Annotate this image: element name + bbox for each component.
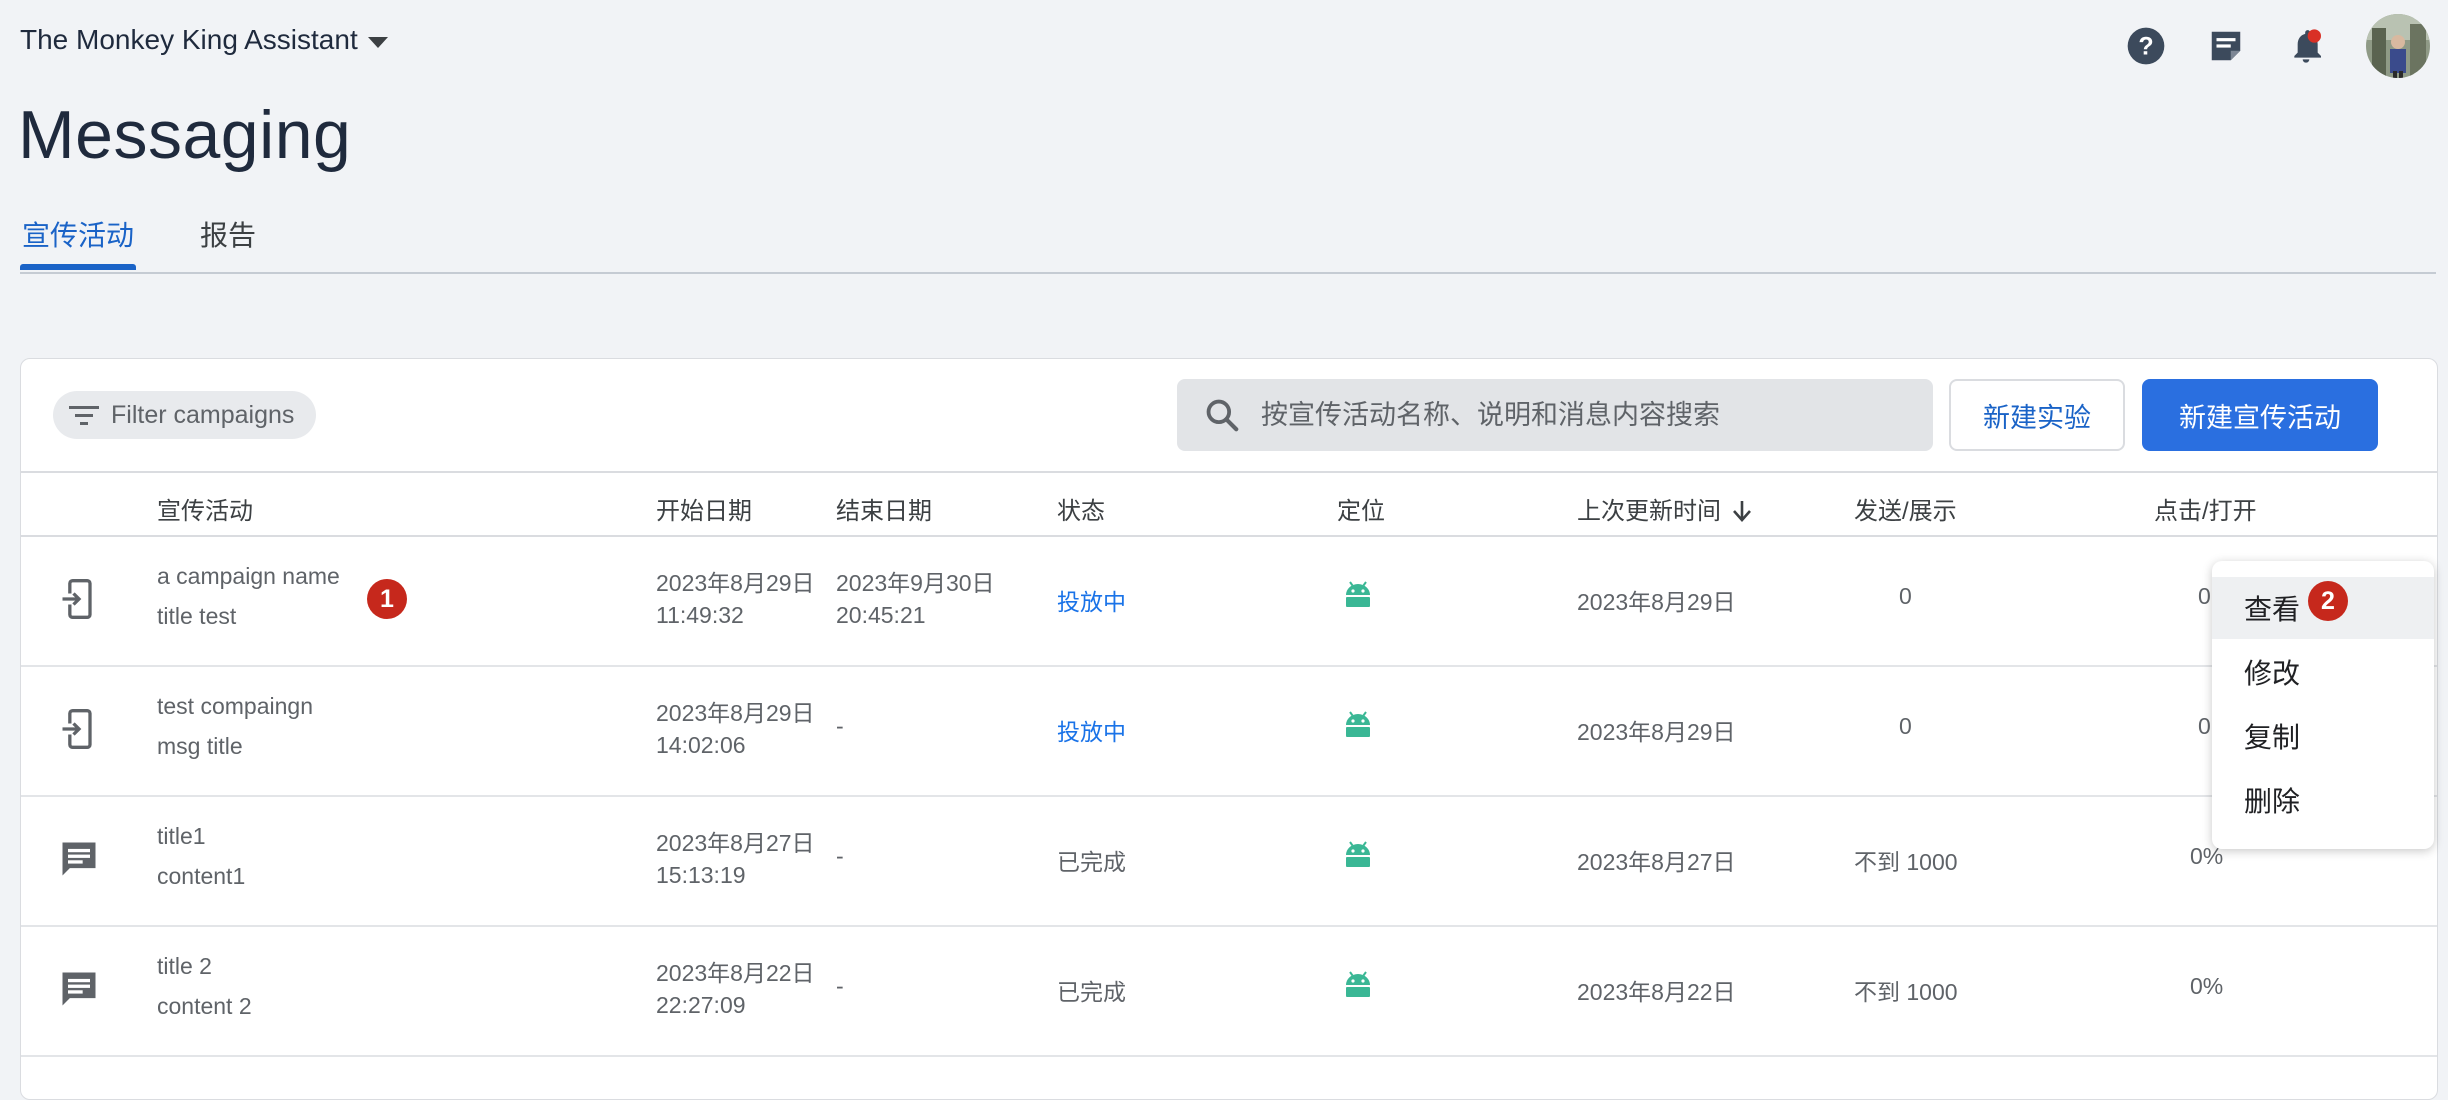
header-end-date[interactable]: 结束日期 xyxy=(836,491,932,526)
clicks-rate: 0% xyxy=(2190,973,2224,999)
start-date: 2023年8月29日 11:49:32 xyxy=(656,567,815,631)
clicks-rate: 0 xyxy=(2198,583,2211,609)
status-badge: 投放中 xyxy=(1057,719,1126,745)
header-campaign[interactable]: 宣传活动 xyxy=(157,491,253,526)
start-date-time: 14:02:06 xyxy=(656,732,746,758)
start-date: 2023年8月22日 22:27:09 xyxy=(656,957,815,1021)
tab-campaigns[interactable]: 宣传活动 xyxy=(22,214,134,254)
start-date: 2023年8月27日 15:13:19 xyxy=(656,827,815,891)
end-date: - xyxy=(836,713,844,739)
page-title: Messaging xyxy=(18,97,352,173)
status-badge: 投放中 xyxy=(1057,589,1126,615)
active-tab-indicator xyxy=(20,264,136,270)
top-actions: ? xyxy=(2126,14,2430,78)
project-selector[interactable]: The Monkey King Assistant xyxy=(20,24,388,56)
end-date-time: 20:45:21 xyxy=(836,602,926,628)
header-status[interactable]: 状态 xyxy=(1057,491,1105,526)
last-updated: 2023年8月27日 xyxy=(1577,849,1736,875)
notifications-icon[interactable] xyxy=(2286,26,2326,66)
filter-campaigns-button[interactable]: Filter campaigns xyxy=(53,391,317,439)
end-date: 2023年9月30日 20:45:21 xyxy=(836,567,995,631)
campaign-name: test compaingn xyxy=(157,693,313,719)
android-icon xyxy=(1346,971,1370,997)
svg-text:?: ? xyxy=(2138,32,2153,60)
menu-item-duplicate[interactable]: 复制 xyxy=(2212,705,2434,767)
table-header: 宣传活动 开始日期 结束日期 状态 定位 上次更新时间 发送/展示 点击/打开 xyxy=(21,471,2437,537)
tab-bar: 宣传活动 报告 xyxy=(20,210,2436,274)
menu-item-edit-label: 修改 xyxy=(2244,658,2301,689)
notification-message-icon xyxy=(62,842,96,876)
row-context-menu: 查看 修改 复制 删除 2 xyxy=(2212,561,2434,849)
sends-count: 不到 1000 xyxy=(1854,979,1958,1005)
table-row[interactable]: title1 content1 2023年8月27日 15:13:19 - 已完成… xyxy=(21,797,2437,927)
table-row[interactable]: test compaingn msg title 2023年8月29日 14:02… xyxy=(21,667,2437,797)
search-input[interactable] xyxy=(1259,398,1923,432)
header-start-date[interactable]: 开始日期 xyxy=(656,491,752,526)
start-date-day: 2023年8月27日 xyxy=(656,830,815,856)
menu-item-duplicate-label: 复制 xyxy=(2244,722,2301,753)
campaign-title: content1 xyxy=(157,863,246,889)
new-campaign-button[interactable]: 新建宣传活动 xyxy=(2142,379,2378,451)
header-targeting: 定位 xyxy=(1337,498,1385,525)
header-last-updated-label: 上次更新时间 xyxy=(1577,498,1721,525)
clicks-rate: 0 xyxy=(2198,713,2211,739)
campaign-title: title test xyxy=(157,603,237,629)
header-last-updated[interactable]: 上次更新时间 xyxy=(1577,491,1753,526)
campaign-name: a campaign name xyxy=(157,563,340,589)
filter-label: Filter campaigns xyxy=(111,400,295,429)
sends-count: 0 xyxy=(1899,583,1912,609)
help-icon[interactable]: ? xyxy=(2126,26,2166,66)
header-clicks[interactable]: 点击/打开 xyxy=(2154,491,2257,526)
start-date-day: 2023年8月22日 xyxy=(656,960,815,986)
in-app-message-icon xyxy=(60,579,92,619)
start-date-time: 15:13:19 xyxy=(656,862,746,888)
end-date-day: 2023年9月30日 xyxy=(836,570,995,596)
table-row[interactable]: title 2 content 2 2023年8月22日 22:27:09 - 已… xyxy=(21,927,2437,1057)
in-app-message-icon xyxy=(60,709,92,749)
search-icon xyxy=(1206,399,1239,432)
start-date-day: 2023年8月29日 xyxy=(656,570,815,596)
start-date-time: 22:27:09 xyxy=(656,992,746,1018)
feedback-icon[interactable] xyxy=(2206,26,2246,66)
campaign-name: title 2 xyxy=(157,953,212,979)
status-badge: 已完成 xyxy=(1057,849,1126,875)
start-date-time: 11:49:32 xyxy=(656,602,744,628)
end-date: - xyxy=(836,843,844,869)
campaign-title: content 2 xyxy=(157,993,252,1019)
chevron-down-icon xyxy=(367,36,388,48)
user-avatar[interactable] xyxy=(2366,14,2430,78)
annotation-marker-1: 1 xyxy=(367,579,407,619)
notification-message-icon xyxy=(62,972,96,1006)
arrow-down-icon xyxy=(1733,501,1751,522)
android-icon xyxy=(1346,711,1370,737)
campaign-name: title1 xyxy=(157,823,206,849)
last-updated: 2023年8月22日 xyxy=(1577,979,1736,1005)
status-badge: 已完成 xyxy=(1057,979,1126,1005)
header-sends[interactable]: 发送/展示 xyxy=(1854,491,1957,526)
campaigns-card: Filter campaigns 新建实验 新建宣传活动 宣传活动 开始日期 结… xyxy=(20,358,2438,1100)
campaign-title: msg title xyxy=(157,733,243,759)
menu-item-delete-label: 删除 xyxy=(2244,786,2301,817)
last-updated: 2023年8月29日 xyxy=(1577,719,1736,745)
menu-item-edit[interactable]: 修改 xyxy=(2212,641,2434,703)
table-row[interactable]: a campaign name title test 1 2023年8月29日 1… xyxy=(21,537,2437,667)
project-name: The Monkey King Assistant xyxy=(20,24,358,55)
menu-item-view-label: 查看 xyxy=(2244,594,2301,625)
tab-reports[interactable]: 报告 xyxy=(200,214,256,254)
last-updated: 2023年8月29日 xyxy=(1577,589,1736,615)
android-icon xyxy=(1346,581,1370,607)
sends-count: 不到 1000 xyxy=(1854,849,1958,875)
search-box[interactable] xyxy=(1177,379,1933,451)
menu-item-delete[interactable]: 删除 xyxy=(2212,769,2434,831)
start-date-day: 2023年8月29日 xyxy=(656,700,815,726)
sends-count: 0 xyxy=(1899,713,1912,739)
campaigns-toolbar: Filter campaigns 新建实验 新建宣传活动 xyxy=(21,359,2437,473)
android-icon xyxy=(1346,841,1370,867)
end-date: - xyxy=(836,973,844,999)
start-date: 2023年8月29日 14:02:06 xyxy=(656,697,815,761)
filter-icon xyxy=(69,406,99,425)
annotation-marker-2: 2 xyxy=(2308,581,2348,621)
new-experiment-button[interactable]: 新建实验 xyxy=(1949,379,2125,451)
top-bar: The Monkey King Assistant ? xyxy=(0,0,2448,90)
